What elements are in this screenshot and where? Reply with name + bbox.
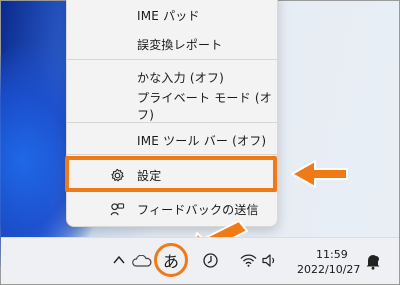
- menu-separator: [67, 154, 277, 155]
- focus-assist-icon[interactable]: [202, 252, 219, 269]
- settings-highlight-box: [65, 156, 277, 192]
- menu-item-label: IME ツール バー (オフ): [137, 133, 267, 148]
- menu-item-conversion-report[interactable]: 誤変換レポート: [67, 29, 277, 59]
- wifi-icon[interactable]: [240, 254, 257, 267]
- speaker-icon[interactable]: [262, 254, 277, 267]
- menu-item-label: 誤変換レポート: [137, 37, 223, 52]
- ime-mode-indicator[interactable]: あ: [163, 248, 179, 272]
- menu-item-ime-pad[interactable]: IME パッド: [67, 0, 277, 30]
- menu-item-kana-input[interactable]: かな入力 (オフ): [67, 62, 277, 92]
- menu-separator: [67, 122, 277, 123]
- notification-bell-icon[interactable]: [365, 253, 381, 270]
- feedback-icon: [110, 202, 125, 217]
- clock-time[interactable]: 11:59: [316, 248, 348, 261]
- chevron-up-icon[interactable]: [113, 255, 125, 265]
- menu-item-ime-toolbar[interactable]: IME ツール バー (オフ): [67, 125, 277, 155]
- cloud-icon[interactable]: [132, 255, 152, 267]
- arrow-left-icon: [291, 160, 348, 188]
- menu-item-label: かな入力 (オフ): [137, 70, 224, 85]
- menu-item-label: フィードバックの送信: [137, 202, 259, 217]
- menu-item-label: プライベート モード (オフ): [137, 91, 272, 122]
- menu-item-label: IME パッド: [137, 8, 200, 23]
- ime-context-menu: IME パッド 誤変換レポート かな入力 (オフ) プライベート モード (オフ…: [66, 0, 278, 227]
- menu-item-private-mode[interactable]: プライベート モード (オフ): [67, 91, 277, 122]
- clock-date[interactable]: 2022/10/27: [297, 263, 360, 276]
- menu-separator: [67, 59, 277, 60]
